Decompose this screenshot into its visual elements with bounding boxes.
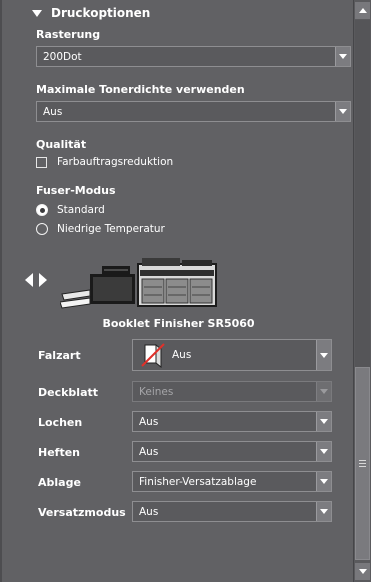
farbauftragsreduktion-checkbox-row[interactable]: Farbauftragsreduktion <box>36 156 173 168</box>
farbauftragsreduktion-label: Farbauftragsreduktion <box>57 156 174 168</box>
deckblatt-label: Deckblatt <box>38 386 99 399</box>
falzart-label: Falzart <box>38 349 81 362</box>
rasterung-select[interactable]: 200Dot <box>36 46 351 67</box>
radio-unselected-icon[interactable] <box>36 223 48 235</box>
scroll-up-button[interactable] <box>355 2 370 19</box>
tonerdichte-select[interactable]: Aus <box>36 101 351 122</box>
section-title: Druckoptionen <box>51 6 151 20</box>
section-header-druckoptionen[interactable]: Druckoptionen <box>32 4 150 22</box>
scroll-down-button[interactable] <box>355 563 370 580</box>
qualitaet-label: Qualität <box>36 138 87 151</box>
previous-arrow-icon[interactable] <box>25 273 33 287</box>
heften-label: Heften <box>38 446 81 459</box>
ablage-select[interactable]: Finisher-Versatzablage <box>132 471 332 492</box>
print-options-panel: Druckoptionen Rasterung 200Dot Maximale … <box>0 0 353 582</box>
fuser-modus-label: Fuser-Modus <box>36 184 116 197</box>
fuser-option-label: Standard <box>57 204 105 216</box>
ablage-value: Finisher-Versatzablage <box>139 475 257 488</box>
deckblatt-select: Keines <box>132 381 332 402</box>
falzart-select[interactable]: Aus <box>132 339 332 371</box>
dropdown-arrow-icon[interactable] <box>335 102 350 121</box>
versatzmodus-value: Aus <box>139 505 159 518</box>
tonerdichte-label: Maximale Tonerdichte verwenden <box>36 83 245 96</box>
vertical-scrollbar[interactable] <box>353 0 371 582</box>
triangle-down-icon[interactable] <box>32 9 42 17</box>
chevron-up-icon <box>358 8 367 13</box>
grip-icon <box>359 460 366 467</box>
device-nav <box>25 273 47 287</box>
heften-value: Aus <box>139 445 159 458</box>
tonerdichte-value: Aus <box>43 105 63 118</box>
deckblatt-value: Keines <box>139 385 174 398</box>
dropdown-arrow-icon <box>316 382 331 401</box>
lochen-select[interactable]: Aus <box>132 411 332 432</box>
rasterung-label: Rasterung <box>36 28 101 41</box>
chevron-down-icon <box>358 569 367 574</box>
fuser-option-standard[interactable]: Standard <box>36 204 105 216</box>
falzart-value: Aus <box>172 349 192 361</box>
versatzmodus-label: Versatzmodus <box>38 506 126 519</box>
dropdown-arrow-icon[interactable] <box>335 47 350 66</box>
fuser-option-label: Niedrige Temperatur <box>57 223 165 235</box>
versatzmodus-select[interactable]: Aus <box>132 501 332 522</box>
dropdown-arrow-icon[interactable] <box>316 340 331 370</box>
farbauftragsreduktion-checkbox[interactable] <box>36 156 47 168</box>
rasterung-value: 200Dot <box>43 50 82 63</box>
dropdown-arrow-icon[interactable] <box>316 472 331 491</box>
no-fold-icon <box>141 343 165 368</box>
lochen-label: Lochen <box>38 416 83 429</box>
dropdown-arrow-icon[interactable] <box>316 502 331 521</box>
scrollbar-thumb[interactable] <box>355 367 370 560</box>
next-arrow-icon[interactable] <box>39 273 47 287</box>
lochen-value: Aus <box>139 415 159 428</box>
printer-finisher-image <box>60 258 217 309</box>
heften-select[interactable]: Aus <box>132 441 332 462</box>
dropdown-arrow-icon[interactable] <box>316 442 331 461</box>
fuser-option-niedrige-temperatur[interactable]: Niedrige Temperatur <box>36 223 165 235</box>
device-name: Booklet Finisher SR5060 <box>102 317 255 330</box>
ablage-label: Ablage <box>38 476 81 489</box>
radio-selected-icon[interactable] <box>36 204 48 216</box>
dropdown-arrow-icon[interactable] <box>316 412 331 431</box>
